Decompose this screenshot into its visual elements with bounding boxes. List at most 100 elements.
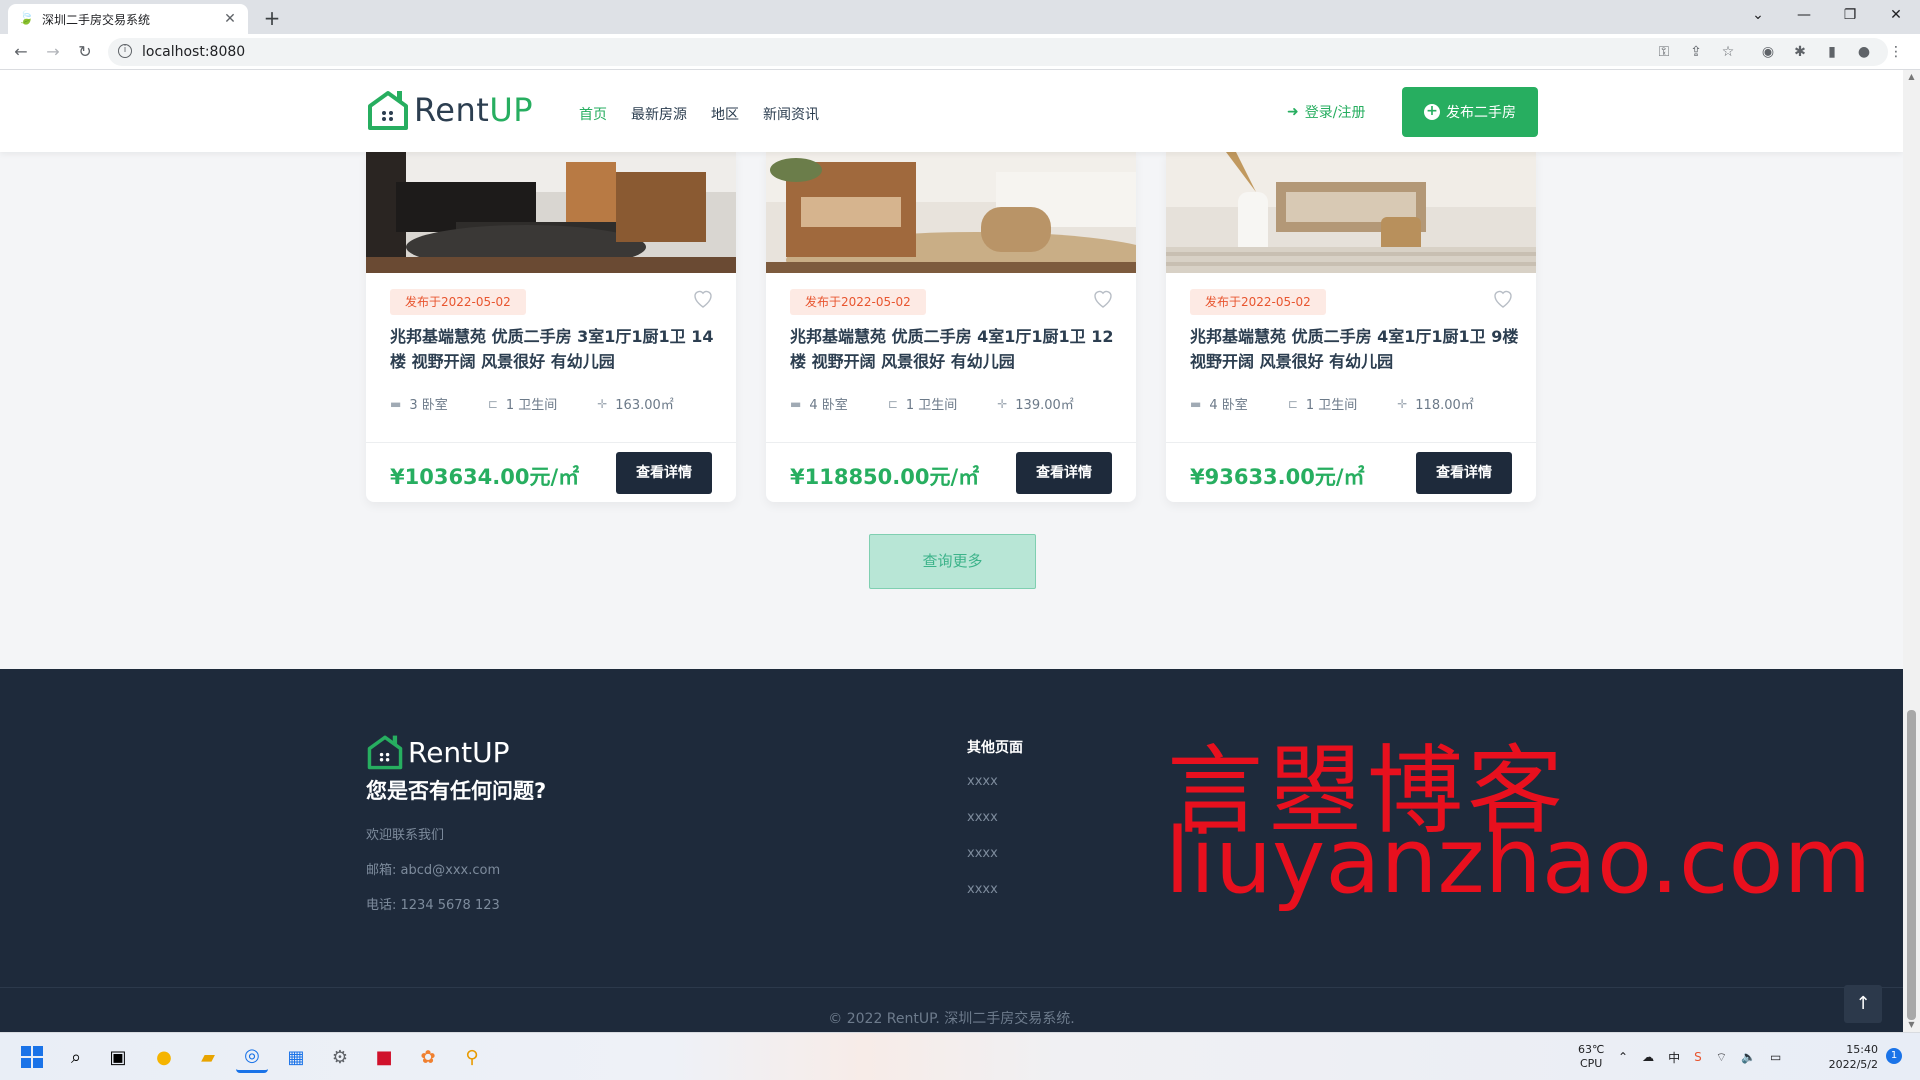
nav-news[interactable]: 新闻资讯 [763,104,819,124]
view-details-button[interactable]: 查看详情 [1016,452,1112,494]
windows-start-icon[interactable] [16,1041,48,1073]
login-register-link[interactable]: ➜ 登录/注册 [1287,102,1365,122]
notification-badge[interactable]: 1 [1886,1048,1902,1064]
bed-icon: ▬ [790,396,802,411]
restore-button[interactable]: ❐ [1828,0,1872,30]
house-logo-icon [367,735,403,770]
browser-menu-icon[interactable]: ⋮ [1886,43,1906,61]
other-pages-heading: 其他页面 [967,740,1023,756]
task-view-icon[interactable]: ▣ [102,1041,134,1073]
wifi-icon[interactable]: ⌔ [1716,1050,1727,1065]
bookmark-star-icon[interactable]: ☆ [1718,43,1738,61]
listing-price: ¥93633.00元/㎡ [1190,465,1365,489]
omnibox[interactable]: i localhost:8080 [108,38,1888,66]
search-icon[interactable]: ⌕ [60,1041,92,1073]
nav-home[interactable]: 首页 [579,104,607,124]
back-to-top-button[interactable]: ↑ [1844,985,1882,1023]
publish-date-badge: 发布于2022-05-02 [1190,289,1326,315]
post-listing-button[interactable]: + 发布二手房 [1402,87,1538,137]
main-nav: 首页 最新房源 地区 新闻资讯 [579,104,819,124]
store-icon[interactable]: ▦ [280,1041,312,1073]
key-icon[interactable]: ⚿ [1654,43,1674,61]
browser-tab-strip: 🍃 深圳二手房交易系统 ✕ + ⌄ — ❐ ✕ [0,0,1920,34]
file-explorer-icon[interactable]: ▰ [192,1041,224,1073]
close-window-button[interactable]: ✕ [1874,0,1918,30]
card-divider [766,442,1136,443]
view-details-button[interactable]: 查看详情 [1416,452,1512,494]
footer-logo[interactable]: RentUP [366,733,510,771]
listing-price: ¥118850.00元/㎡ [790,465,980,489]
forward-arrow-icon[interactable]: → [40,39,66,65]
area-spec: ✛ 118.00㎡ [1397,396,1474,414]
paint-icon[interactable]: ✿ [412,1041,444,1073]
listing-title[interactable]: 兆邦基端慧苑 优质二手房 3室1厅1厨1卫 14楼 视野开阔 风景很好 有幼儿园 [390,324,720,374]
listing-specs: ▬ 4 卧室 ⊏ 1 卫生间 ✛ 118.00㎡ [1190,394,1474,414]
view-details-button[interactable]: 查看详情 [616,452,712,494]
reload-icon[interactable]: ↻ [72,39,98,65]
favorite-heart-icon[interactable] [691,286,715,310]
site-header: RentUP 首页 最新房源 地区 新闻资讯 ➜ 登录/注册 + 发布二手房 [0,70,1903,152]
site-logo[interactable]: RentUP [366,88,533,132]
site-info-icon[interactable]: i [118,44,132,58]
listing-title[interactable]: 兆邦基端慧苑 优质二手房 4室1厅1厨1卫 9楼 视野开阔 风景很好 有幼儿园 [1190,324,1520,374]
publish-date-badge: 发布于2022-05-02 [790,289,926,315]
taskbar-clock[interactable]: 15:40 2022/5/2 [1818,1042,1878,1072]
scroll-down-arrow-icon[interactable]: ▼ [1903,1018,1920,1032]
new-tab-button[interactable]: + [258,4,286,32]
ime-icon[interactable]: 中 [1668,1049,1680,1066]
listing-photo[interactable] [366,152,736,273]
listing-card: 发布于2022-05-02 兆邦基端慧苑 优质二手房 4室1厅1厨1卫 9楼 视… [1166,152,1536,502]
tray-chevron-icon[interactable]: ⌃ [1618,1050,1628,1064]
bedrooms-spec: ▬ 3 卧室 [390,396,448,414]
intellij-icon[interactable]: ■ [368,1041,400,1073]
cpu-temp-widget[interactable]: 63℃ CPU [1578,1033,1604,1080]
system-tray: ⌃ ☁ 中 S ⌔ 🔈 ▭ [1618,1033,1781,1080]
footer-link[interactable]: xxxx [967,774,998,789]
profile-avatar-icon[interactable]: ● [1854,43,1874,61]
footer-link[interactable]: xxxx [967,810,998,825]
leaf-favicon-icon: 🍃 [18,11,35,26]
tab-search-icon[interactable]: ⌄ [1736,0,1780,30]
load-more-button[interactable]: 查询更多 [869,534,1036,589]
volume-icon[interactable]: 🔈 [1741,1050,1756,1064]
nav-latest-listings[interactable]: 最新房源 [631,104,687,124]
page-scrollbar[interactable]: ▲ ▼ [1903,70,1920,1032]
footer-link[interactable]: xxxx [967,882,998,897]
scroll-up-arrow-icon[interactable]: ▲ [1903,70,1920,84]
area-spec: ✛ 139.00㎡ [997,396,1074,414]
chrome-icon[interactable]: ◎ [236,1041,268,1073]
bath-icon: ⊏ [1287,396,1298,411]
footer-phone: 电话: 1234 5678 123 [366,898,500,913]
footer-link[interactable]: xxxx [967,846,998,861]
settings-gear-icon[interactable]: ⚙ [324,1041,356,1073]
minimize-button[interactable]: — [1782,0,1826,30]
listing-photo[interactable] [766,152,1136,273]
magnifier-app-icon[interactable]: ⚲ [456,1041,488,1073]
close-tab-icon[interactable]: ✕ [222,11,238,27]
side-panel-icon[interactable]: ▮ [1822,43,1842,61]
url-text: localhost:8080 [142,44,246,60]
scrollbar-thumb[interactable] [1907,710,1916,1020]
bed-icon: ▬ [390,396,402,411]
favorite-heart-icon[interactable] [1091,286,1115,310]
browser-tab[interactable]: 🍃 深圳二手房交易系统 ✕ [8,4,248,34]
favorite-heart-icon[interactable] [1491,286,1515,310]
extensions-puzzle-icon[interactable]: ✱ [1790,43,1810,61]
page-viewport: 发布于2022-05-02 兆邦基端慧苑 优质二手房 3室1厅1厨1卫 14楼 … [0,70,1903,1032]
back-arrow-icon[interactable]: ← [8,39,34,65]
battery-icon[interactable]: ▭ [1770,1050,1781,1064]
listing-title[interactable]: 兆邦基端慧苑 优质二手房 4室1厅1厨1卫 12楼 视野开阔 风景很好 有幼儿园 [790,324,1120,374]
listing-photo[interactable] [1166,152,1536,273]
sogou-icon[interactable]: S [1694,1050,1702,1064]
widgets-icon[interactable]: ● [148,1041,180,1073]
publish-date-badge: 发布于2022-05-02 [390,289,526,315]
share-icon[interactable]: ⇪ [1686,43,1706,61]
house-logo-icon [368,91,408,130]
tab-title: 深圳二手房交易系统 [42,12,151,27]
area-icon: ✛ [1397,396,1408,411]
onedrive-cloud-icon[interactable]: ☁ [1642,1050,1654,1064]
extension-color-icon[interactable]: ◉ [1758,43,1778,61]
nav-region[interactable]: 地区 [711,104,739,124]
bed-icon: ▬ [1190,396,1202,411]
sign-in-icon: ➜ [1287,104,1299,120]
